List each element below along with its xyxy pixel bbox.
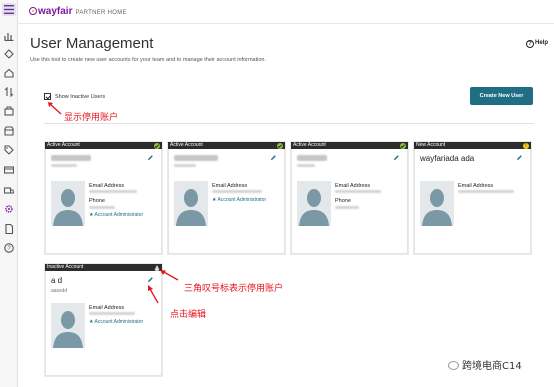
phone-label: Phone xyxy=(89,198,105,204)
question-icon[interactable]: ? xyxy=(4,243,14,253)
redacted-username xyxy=(174,164,196,167)
card-status: Active Account xyxy=(293,142,326,148)
price-tag-icon[interactable] xyxy=(4,145,14,155)
card-status: Active Account xyxy=(170,142,203,148)
email-label: Email Address xyxy=(212,183,248,189)
page-description: Use this tool to create new user account… xyxy=(30,57,267,63)
divider xyxy=(44,123,534,124)
redacted-name xyxy=(297,155,327,161)
menu-icon[interactable] xyxy=(2,3,16,16)
email-label: Email Address xyxy=(458,183,494,189)
tag-icon[interactable] xyxy=(4,49,14,59)
active-check-icon xyxy=(400,142,406,149)
card-status: New Account xyxy=(416,142,446,148)
user-name: wayfariada ada xyxy=(420,154,475,163)
redacted-phone xyxy=(89,206,115,209)
user-card: Active Account Email Address Phone ★Acco… xyxy=(45,142,162,254)
show-inactive-checkbox[interactable] xyxy=(44,93,51,100)
role-badge: ★Account Administrator xyxy=(89,319,143,325)
redacted-username xyxy=(51,164,77,167)
gear-icon[interactable] xyxy=(4,204,14,214)
annotation-triangle-note: 三角叹号标表示停用账户 xyxy=(184,284,284,294)
redacted-email xyxy=(212,190,262,193)
annotation-arrow-icon xyxy=(148,285,159,304)
role-text: Account Administrator xyxy=(94,212,144,218)
redacted-email xyxy=(89,190,137,193)
edit-pencil-icon[interactable] xyxy=(516,154,522,160)
annotation-arrow-icon xyxy=(48,102,62,115)
store-icon[interactable] xyxy=(4,126,14,136)
avatar-placeholder xyxy=(174,181,208,226)
star-icon: ★ xyxy=(212,197,217,203)
star-icon: ★ xyxy=(89,319,94,325)
chart-icon[interactable] xyxy=(4,31,14,41)
card-status-header: New Account! xyxy=(414,142,531,149)
user-card: New Account! wayfariada ada Email Addres… xyxy=(414,142,531,254)
box-icon[interactable] xyxy=(4,106,14,116)
email-label: Email Address xyxy=(89,305,125,311)
avatar-placeholder xyxy=(51,303,85,348)
card-status-header: Inactive Account xyxy=(45,264,162,271)
redacted-name xyxy=(51,155,91,161)
card-status-header: Active Account xyxy=(45,142,162,149)
annotation-click-edit: 点击编辑 xyxy=(170,310,207,320)
card-status: Active Account xyxy=(47,142,80,148)
avatar-placeholder xyxy=(420,181,454,226)
avatar-placeholder xyxy=(297,181,331,226)
home-icon[interactable] xyxy=(4,68,14,78)
avatar-placeholder xyxy=(51,181,85,226)
phone-label: Phone xyxy=(335,198,351,204)
watermark-text: 跨境电商C14 xyxy=(462,361,522,372)
user-name: a d xyxy=(51,276,63,285)
user-card-inactive: Inactive Account a d aassdd Email Addres… xyxy=(45,264,162,376)
edit-pencil-icon[interactable] xyxy=(147,276,153,282)
edit-pencil-icon[interactable] xyxy=(393,154,399,160)
redacted-name xyxy=(174,155,218,161)
user-username: aassdd xyxy=(51,288,68,294)
annotation-arrow-icon xyxy=(160,270,179,281)
redacted-email xyxy=(335,190,381,193)
watermark: 跨境电商C14 xyxy=(448,357,522,372)
document-icon[interactable] xyxy=(4,224,14,234)
star-icon: ★ xyxy=(89,212,94,218)
card-status-header: Active Account xyxy=(291,142,408,149)
active-check-icon xyxy=(154,142,160,149)
card-icon[interactable] xyxy=(4,165,14,175)
logo-mark-icon xyxy=(29,7,37,15)
new-alert-icon: ! xyxy=(523,142,529,149)
user-card: Active Account Email Address ★Account Ad… xyxy=(168,142,285,254)
active-check-icon xyxy=(277,142,283,149)
role-text: Account Administrator xyxy=(94,319,144,325)
annotation-show-inactive: 显示停用账户 xyxy=(64,113,119,123)
email-label: Email Address xyxy=(89,183,125,189)
redacted-email xyxy=(458,190,514,193)
logo-text: wayfair xyxy=(38,6,73,17)
role-badge: ★Account Administrator xyxy=(212,197,266,203)
sort-icon[interactable] xyxy=(4,87,14,97)
redacted-phone xyxy=(335,206,359,209)
redacted-email xyxy=(89,312,135,315)
redacted-username xyxy=(297,164,315,167)
wayfair-logo[interactable]: wayfair PARTNER HOME xyxy=(29,6,127,17)
help-link[interactable]: ? Help xyxy=(526,40,548,48)
edit-pencil-icon[interactable] xyxy=(147,154,153,160)
email-label: Email Address xyxy=(335,183,371,189)
role-text: Account Administrator xyxy=(217,197,267,203)
card-status-header: Active Account xyxy=(168,142,285,149)
left-nav-rail: ? xyxy=(0,0,18,387)
card-status: Inactive Account xyxy=(47,264,84,270)
wechat-icon xyxy=(448,361,459,370)
create-new-user-button[interactable]: Create New User xyxy=(470,87,533,105)
page-title: User Management xyxy=(30,35,154,52)
truck-icon[interactable] xyxy=(4,186,14,196)
top-bar: wayfair PARTNER HOME xyxy=(18,0,554,24)
role-badge: ★Account Administrator xyxy=(89,212,143,218)
logo-subtitle: PARTNER HOME xyxy=(75,10,127,16)
help-icon: ? xyxy=(526,40,534,48)
help-label: Help xyxy=(535,40,549,46)
edit-pencil-icon[interactable] xyxy=(270,154,276,160)
user-card: Active Account Email Address Phone xyxy=(291,142,408,254)
